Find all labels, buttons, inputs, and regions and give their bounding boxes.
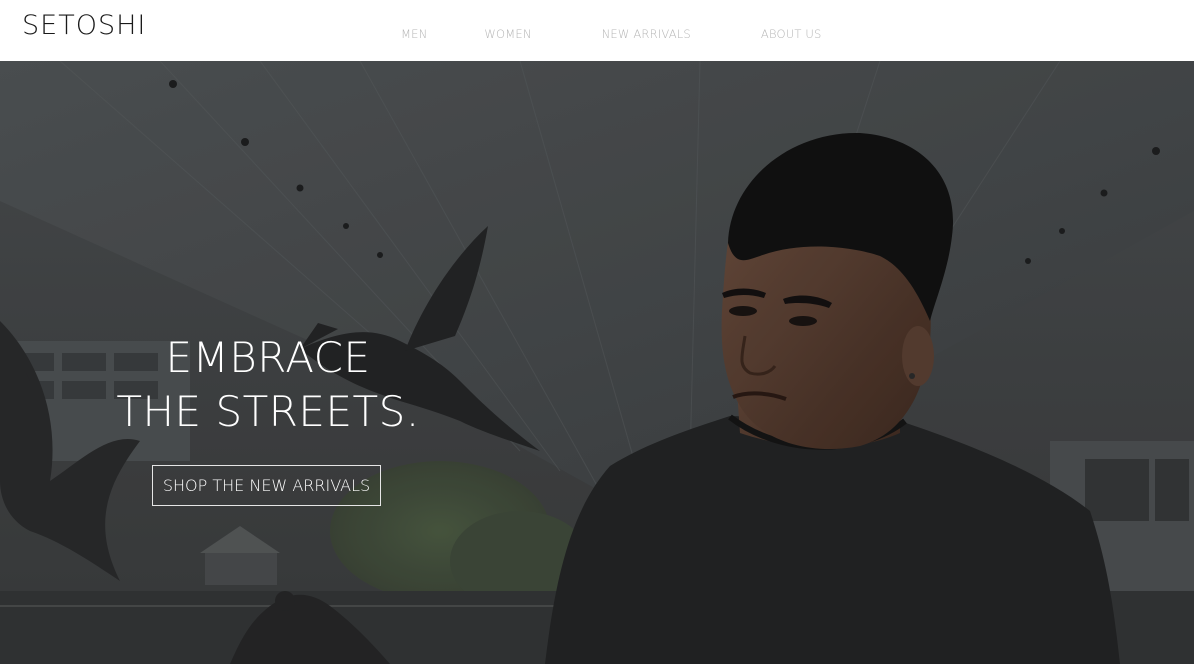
nav-item-about-us: ABOUT US <box>761 23 822 42</box>
main-nav: MEN WOMEN NEW ARRIVALS ABOUT US <box>401 23 822 42</box>
hero-section: EMBRACE THE STREETS. SHOP THE NEW ARRIVA… <box>0 61 1194 664</box>
site-header: SETOSHI MEN WOMEN NEW ARRIVALS ABOUT US <box>0 0 1194 61</box>
hero-heading-line-2: THE STREETS. <box>116 387 420 436</box>
hero-heading: EMBRACE THE STREETS. <box>0 331 536 439</box>
shop-new-arrivals-button[interactable]: SHOP THE NEW ARRIVALS <box>152 465 381 506</box>
nav-item-women: WOMEN <box>484 23 531 42</box>
nav-link-new-arrivals[interactable]: NEW ARRIVALS <box>602 27 691 41</box>
nav-link-men[interactable]: MEN <box>401 27 427 41</box>
hero-heading-line-1: EMBRACE <box>165 333 371 382</box>
nav-link-about-us[interactable]: ABOUT US <box>761 27 822 41</box>
nav-link-women[interactable]: WOMEN <box>484 27 531 41</box>
nav-item-new-arrivals: NEW ARRIVALS <box>602 23 691 42</box>
nav-item-men: MEN <box>401 23 427 42</box>
brand-logo[interactable]: SETOSHI <box>22 10 146 41</box>
page: SETOSHI MEN WOMEN NEW ARRIVALS ABOUT US <box>0 0 1194 664</box>
